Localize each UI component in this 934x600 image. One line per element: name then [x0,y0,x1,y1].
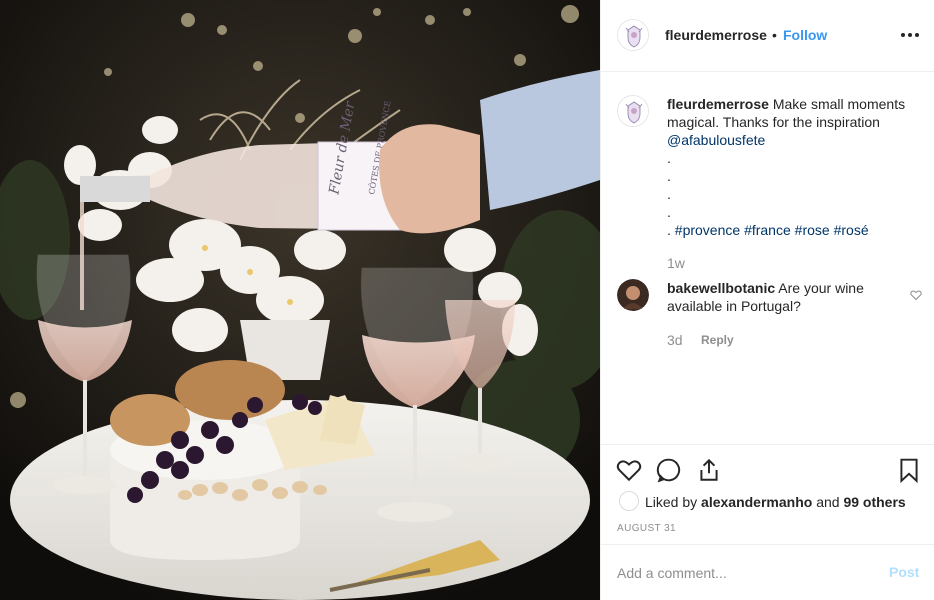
commenter-username[interactable]: bakewellbotanic [667,280,775,296]
liked-by-prefix: Liked by [645,494,698,510]
caption-dot: . [667,186,671,202]
liked-by-user[interactable]: alexandermanho [701,494,812,510]
caption-avatar[interactable] [617,95,649,127]
caption-dot: . [667,222,671,238]
comment-bubble-icon[interactable] [656,457,682,483]
others-count[interactable]: 99 others [843,494,905,510]
hashtag-link[interactable]: #rosé [834,222,869,238]
post-comment-button[interactable]: Post [889,564,919,580]
follow-button[interactable]: Follow [783,27,827,43]
caption-dot: . [667,150,671,166]
like-heart-icon[interactable] [616,457,642,483]
caption-timestamp[interactable]: 1w [667,255,685,271]
share-icon[interactable] [696,457,722,483]
comment-input[interactable] [617,563,867,583]
post-header: fleurdemerrose • Follow [601,0,934,72]
post-date[interactable]: AUGUST 31 [617,523,676,534]
author-username[interactable]: fleurdemerrose [665,27,767,43]
separator-dot: • [772,27,777,43]
caption-dot: . [667,204,671,220]
comment-text: bakewellbotanic Are your wine available … [667,279,907,315]
hashtag-link[interactable]: #provence [675,222,740,238]
post-photo[interactable]: Fleur de Mer CÔTES DE PROVENCE [0,0,600,600]
reply-button[interactable]: Reply [701,333,734,347]
wine-photo-illustration: Fleur de Mer CÔTES DE PROVENCE [0,0,600,600]
hashtag-link[interactable]: #france [744,222,791,238]
comment-timestamp[interactable]: 3d [667,332,683,348]
bookmark-icon[interactable] [896,457,922,483]
post-side-panel: fleurdemerrose • Follow fleurdemerrose M… [600,0,934,600]
avatar-photo-icon [617,279,649,311]
post-actions: Liked by alexandermanho and 99 others AU… [601,444,934,544]
more-options-icon[interactable] [901,33,919,39]
crest-logo-icon [618,20,648,50]
mention-link[interactable]: @afabulousfete [667,132,765,148]
liker-avatar [619,491,639,511]
hashtag-link[interactable]: #rose [795,222,830,238]
commenter-avatar[interactable] [617,279,649,311]
caption-dot: . [667,168,671,184]
add-comment-bar: Post [601,544,934,600]
comment-like-heart-icon[interactable] [910,289,922,301]
caption-text: fleurdemerrose Make small moments magica… [667,95,923,239]
author-avatar[interactable] [617,19,649,51]
and-word: and [816,494,840,510]
caption-username[interactable]: fleurdemerrose [667,96,769,112]
likes-text: Liked by alexandermanho and 99 others [645,494,906,510]
crest-logo-icon [618,96,648,126]
